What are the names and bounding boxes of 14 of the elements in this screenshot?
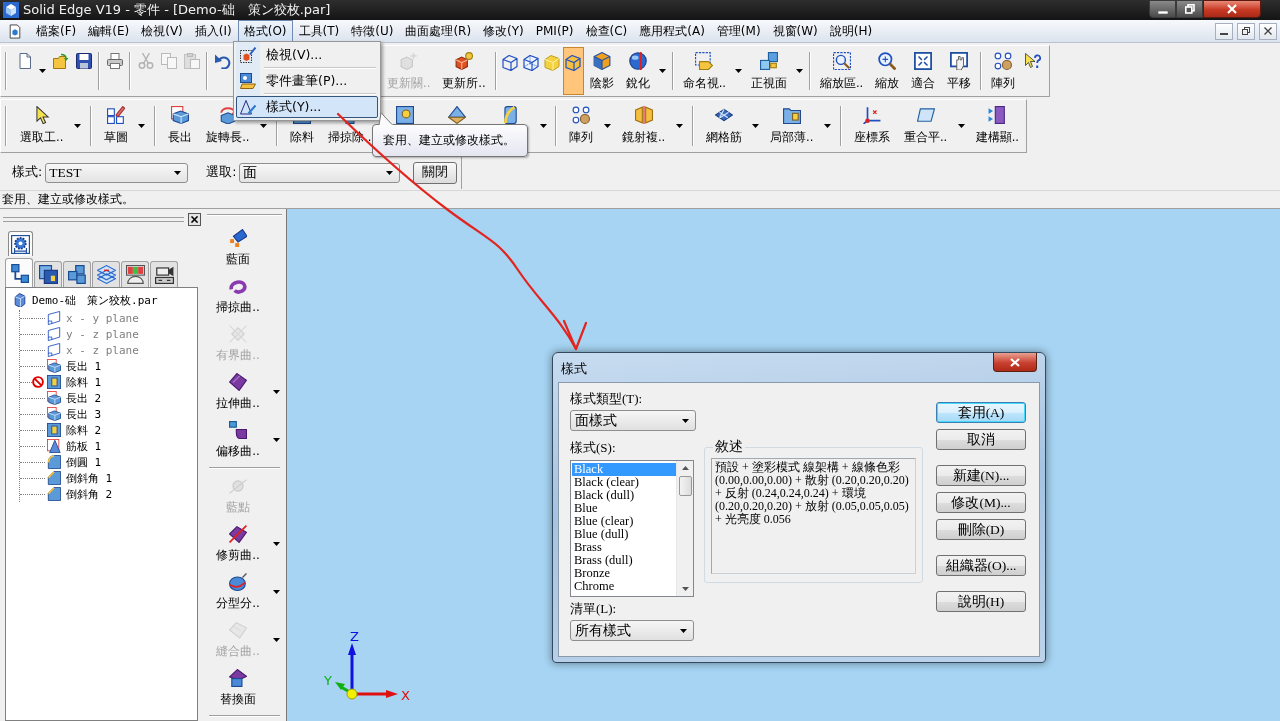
field-label: 清單(L): xyxy=(570,601,617,616)
axis-label: Z xyxy=(350,630,359,644)
group-title: 敘述 xyxy=(714,438,744,456)
axis-label: Y xyxy=(324,673,332,688)
dialog-title: 樣式 xyxy=(561,360,587,378)
tooltip: 套用、建立或修改樣式。 xyxy=(372,124,528,157)
axis-label: X xyxy=(401,688,410,703)
window-title: Solid Edge V19 - 零件 - [Demo-础 策ン狡枚.par] xyxy=(23,1,331,19)
field-label: 樣式類型(T): xyxy=(570,391,643,406)
description-text: 預設 + 塗彩模式 線架構 + 線條色彩 (0.00,0.00,0.00) + 散射 (0.20,0.20,0.20) + 反射 (0.24,0.24,0.24) + 環境 (0.20,0.20,0.20) + 放射 (0.05,0.05,0.05) + 光亮度 0.056 xyxy=(715,461,910,526)
status-text: 套用、建立或修改樣式。 xyxy=(2,191,134,208)
select-label: 選取: xyxy=(206,164,237,181)
style-label: 樣式: xyxy=(12,164,43,181)
field-label: 樣式(S): xyxy=(570,440,616,455)
